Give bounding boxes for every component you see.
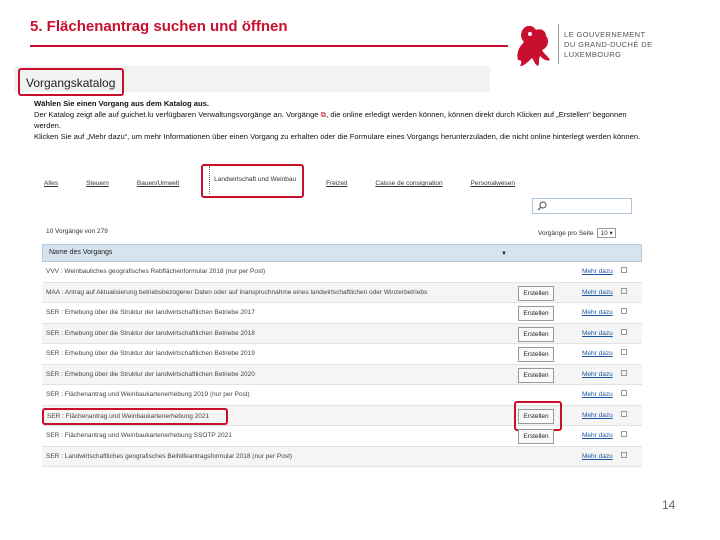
lion-icon [517,25,550,66]
external-link-icon[interactable] [621,369,627,376]
row-title: MAA : Antrag auf Aktualisierung betriebs… [46,288,428,296]
per-page-control: Vorgänge pro Seite 10 ▾ [538,228,616,238]
row-title: SER : Erhebung über die Struktur der lan… [46,329,255,337]
tab-bauen-umwelt[interactable]: Bauen/Umwelt [131,178,185,190]
tab-landwirtschaft-label: Landwirtschaft und Weinbau [209,166,296,194]
process-table: Name des Vorgangs ▼ VVV : Weinbauliches … [42,244,642,467]
external-link-icon[interactable] [621,328,627,335]
external-link-icon[interactable] [621,287,627,294]
row-title: SER : Flächenantrag und Weinbaukartenerh… [46,432,232,439]
logo-divider [558,24,559,64]
more-link[interactable]: Mehr dazu [582,330,613,337]
external-link-icon[interactable] [621,308,627,314]
create-button[interactable]: Erstellen [518,429,554,444]
logo-text: LE GOUVERNEMENT DU GRAND-DUCHÉ DE LUXEMB… [564,30,710,60]
tab-steuern[interactable]: Steuern [80,178,115,190]
table-row: SER : Landwirtschaftliches geografisches… [42,446,642,467]
logo-text-line1: LE GOUVERNEMENT [564,30,646,39]
tab-caisse[interactable]: Caisse de consignation [369,178,448,190]
sort-icon[interactable]: ▼ [501,251,507,257]
external-link-icon[interactable] [621,349,627,355]
external-link-icon[interactable] [621,267,627,273]
row-title: SER : Flächenantrag und Weinbaukartenerh… [46,391,250,398]
search-input[interactable] [532,198,632,214]
tab-freizeit[interactable]: Freizeit [320,178,353,190]
external-link-icon[interactable] [621,390,627,396]
more-link[interactable]: Mehr dazu [582,268,613,275]
tab-alles[interactable]: Alles [38,178,64,190]
table-row: SER : Erhebung über die Struktur der lan… [42,323,642,344]
table-row: SER : Erhebung über die Struktur der lan… [42,303,642,324]
table-row: VVV : Weinbauliches geografisches Rebflä… [42,262,642,283]
government-logo: LE GOUVERNEMENT DU GRAND-DUCHÉ DE LUXEMB… [510,20,710,70]
external-link-icon[interactable] [621,410,627,417]
create-button[interactable]: Erstellen [518,367,554,383]
row-title: SER : Erhebung über die Struktur der lan… [46,309,255,316]
intro-line2a: Der Katalog zeigt alle auf guichet.lu ve… [34,110,319,119]
more-link[interactable]: Mehr dazu [582,371,613,378]
table-header[interactable]: Name des Vorgangs ▼ [42,244,642,262]
tab-landwirtschaft[interactable]: Landwirtschaft und Weinbau [201,164,305,198]
intro-line3: Klicken Sie auf „Mehr dazu“, um mehr Inf… [34,132,641,141]
create-button[interactable]: Erstellen [518,347,554,362]
column-header-name: Name des Vorgangs [49,249,113,256]
slide-title: 5. Flächenantrag suchen und öffnen [30,18,288,35]
create-button[interactable]: Erstellen [518,285,554,301]
more-link[interactable]: Mehr dazu [582,350,613,357]
logo-text-line2: DU GRAND-DUCHÉ DE LUXEMBOURG [564,40,653,59]
external-link-icon[interactable] [621,451,627,458]
row-title: SER : Erhebung über die Struktur der lan… [46,370,255,378]
title-rule [30,45,508,47]
create-button[interactable]: Erstellen [518,306,554,321]
catalog-title: Vorgangskatalog [18,68,124,96]
intro-line2: Der Katalog zeigt alle auf guichet.lu ve… [34,109,644,131]
table-row: MAA : Antrag auf Aktualisierung betriebs… [42,282,642,303]
per-page-value: 10 [600,230,608,237]
catalog-screenshot: Vorgangskatalog Wählen Sie einen Vorgang… [14,66,650,494]
row-title: SER : Flächenantrag und Weinbaukartenerh… [42,407,228,425]
row-title: SER : Erhebung über die Struktur der lan… [46,350,255,357]
more-link[interactable]: Mehr dazu [582,432,613,439]
result-count: 10 Vorgänge von 279 [46,228,108,235]
row-title: VVV : Weinbauliches geografisches Rebflä… [46,268,266,275]
external-link-icon[interactable] [621,431,627,437]
more-link[interactable]: Mehr dazu [582,289,613,296]
table-row: SER : Flächenantrag und Weinbaukartenerh… [42,400,642,431]
per-page-select[interactable]: 10 ▾ [597,228,616,238]
row-title: SER : Landwirtschaftliches geografisches… [46,452,293,460]
table-row: SER : Erhebung über die Struktur der lan… [42,364,642,385]
search-icon[interactable] [537,201,547,211]
category-tabs: Alles Steuern Bauen/Umwelt Landwirtschaf… [38,164,644,198]
table-body: VVV : Weinbauliches geografisches Rebflä… [42,262,642,467]
more-link[interactable]: Mehr dazu [582,412,613,419]
page-number: 14 [662,498,676,512]
per-page-label: Vorgänge pro Seite [538,230,594,237]
table-row: SER : Flächenantrag und Weinbaukartenerh… [42,426,642,447]
tab-personalwesen[interactable]: Personalwesen [465,178,521,190]
intro-lead: Wählen Sie einen Vorgang aus dem Katalog… [34,99,209,108]
more-link[interactable]: Mehr dazu [582,453,613,460]
catalog-intro: Wählen Sie einen Vorgang aus dem Katalog… [34,98,644,142]
more-link[interactable]: Mehr dazu [582,391,613,398]
table-row: SER : Erhebung über die Struktur der lan… [42,344,642,365]
more-link[interactable]: Mehr dazu [582,309,613,316]
create-button[interactable]: Erstellen [518,326,554,342]
